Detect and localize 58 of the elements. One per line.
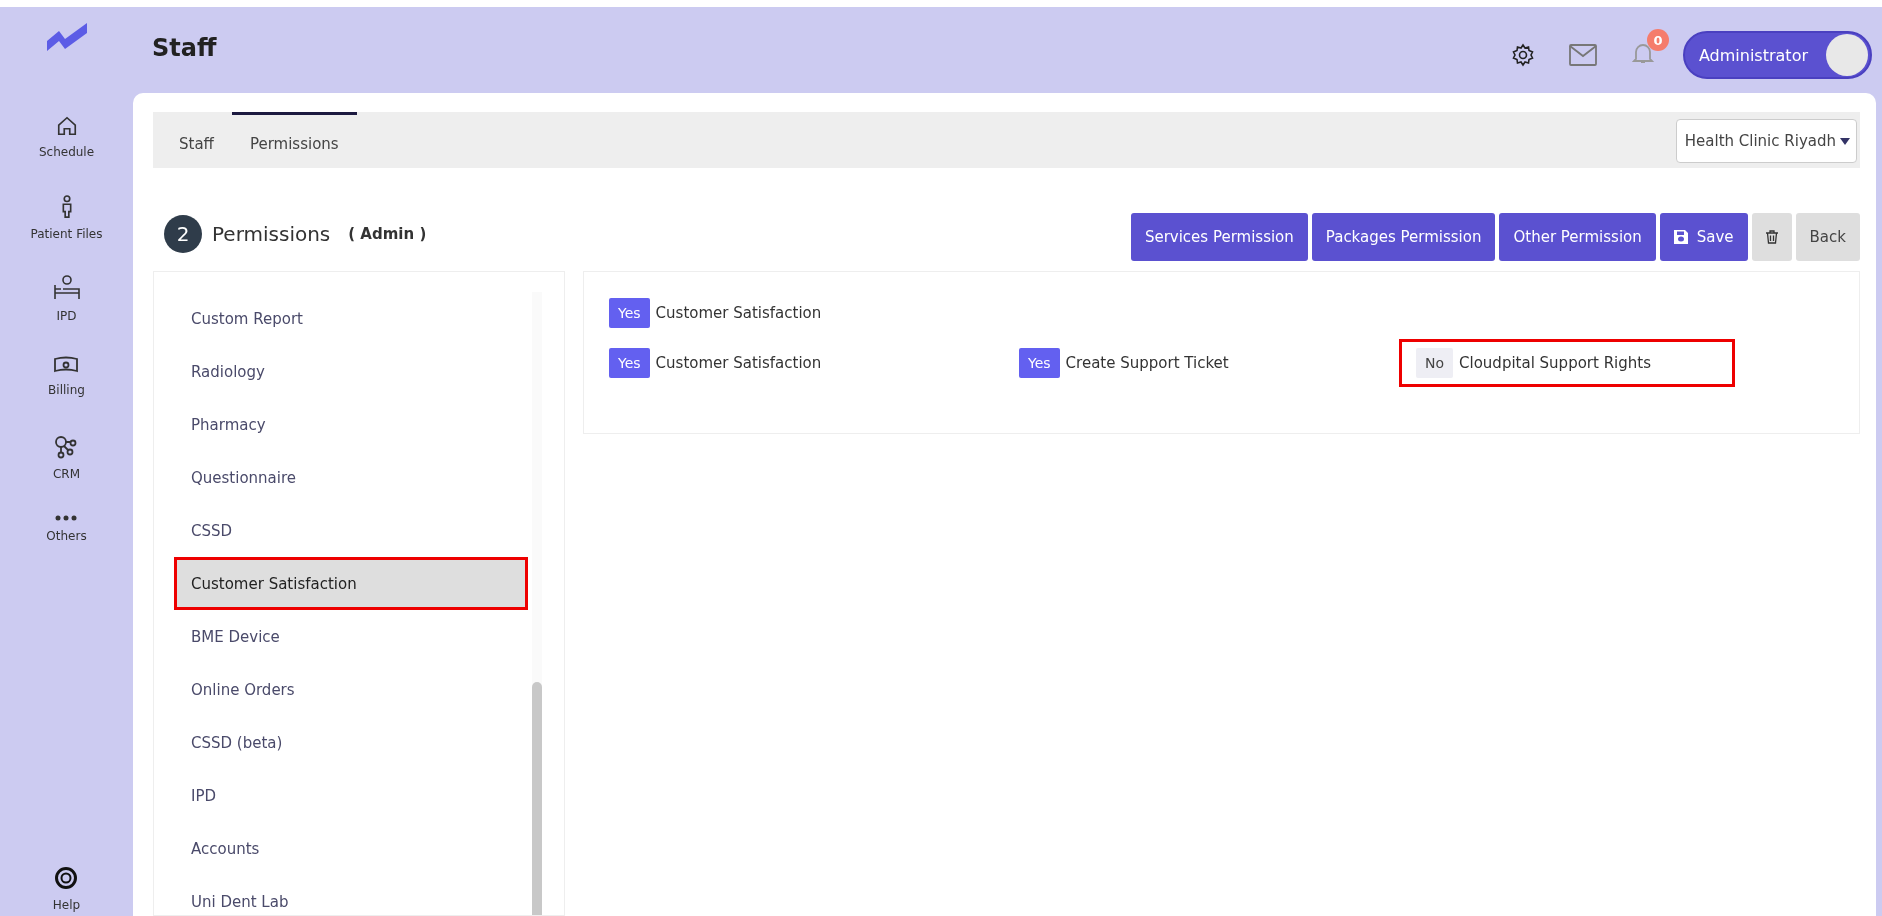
permission-toggle[interactable]: Yes xyxy=(609,348,650,378)
clinic-dropdown[interactable]: Health Clinic Riyadh xyxy=(1675,119,1857,163)
user-menu-button[interactable]: Administrator xyxy=(1682,31,1872,79)
module-item[interactable]: CSSD (beta) xyxy=(174,716,528,769)
nav-item[interactable]: CRM xyxy=(52,435,81,515)
module-item[interactable]: Customer Satisfaction xyxy=(174,557,528,610)
settings-icon[interactable] xyxy=(1510,43,1535,67)
module-item[interactable]: Online Orders xyxy=(174,663,528,716)
permission-label: Customer Satisfaction xyxy=(655,354,822,372)
back-button[interactable]: Back xyxy=(1795,213,1860,261)
mail-icon[interactable] xyxy=(1568,44,1597,66)
permission-button[interactable]: Other Permission xyxy=(1499,213,1656,261)
module-item[interactable]: Custom Report xyxy=(174,292,528,345)
nav-item[interactable]: Billing xyxy=(48,355,85,435)
module-item[interactable]: Radiology xyxy=(174,345,528,398)
nav-item[interactable]: Patient Files xyxy=(30,195,103,275)
network-icon xyxy=(54,435,79,459)
role-label: ( Admin ) xyxy=(348,225,427,243)
save-icon xyxy=(1673,230,1688,244)
home-icon xyxy=(55,115,78,137)
avatar-icon xyxy=(1826,34,1868,76)
module-item[interactable]: Uni Dent Lab xyxy=(174,875,528,916)
banknote-icon xyxy=(53,355,80,375)
tab[interactable]: Permissions xyxy=(231,112,357,162)
nav-item[interactable]: Schedule xyxy=(38,115,95,195)
help-link[interactable]: Help xyxy=(52,866,81,912)
scrollbar-thumb[interactable] xyxy=(532,682,542,915)
bell-icon[interactable] xyxy=(1630,41,1655,65)
caret-icon xyxy=(1840,137,1850,145)
logo-icon xyxy=(46,23,87,51)
permission-label: Create Support Ticket xyxy=(1065,354,1229,372)
page-title: Staff xyxy=(152,34,217,62)
step-badge: 2 xyxy=(164,215,202,253)
delete-button[interactable] xyxy=(1751,213,1792,261)
module-item[interactable]: CSSD xyxy=(174,504,528,557)
tab[interactable]: Staff xyxy=(161,112,232,162)
permission-label: Cloudpital Support Rights xyxy=(1459,354,1651,372)
notification-badge: 0 xyxy=(1646,29,1669,51)
module-item[interactable]: IPD xyxy=(174,769,528,822)
nav-item[interactable]: Others xyxy=(46,515,87,595)
module-item[interactable]: Questionnaire xyxy=(174,451,528,504)
save-button[interactable]: Save xyxy=(1659,213,1748,261)
module-item[interactable]: BME Device xyxy=(174,610,528,663)
permission-button[interactable]: Services Permission xyxy=(1130,213,1308,261)
more-icon xyxy=(55,515,78,521)
trash-icon xyxy=(1765,230,1778,244)
module-item[interactable]: Pharmacy xyxy=(174,398,528,451)
bed-icon xyxy=(52,275,81,301)
module-item[interactable]: Accounts xyxy=(174,822,528,875)
lifebuoy-icon xyxy=(54,866,79,890)
permission-toggle[interactable]: Yes xyxy=(1019,348,1060,378)
nav-item[interactable]: IPD xyxy=(52,275,81,355)
scrollbar[interactable] xyxy=(532,292,542,915)
permission-button[interactable]: Packages Permission xyxy=(1311,213,1496,261)
section-title: Permissions xyxy=(212,222,331,246)
permission-toggle[interactable]: Yes xyxy=(609,298,650,328)
permission-toggle[interactable]: No xyxy=(1416,348,1454,378)
permission-label: Customer Satisfaction xyxy=(655,304,822,322)
